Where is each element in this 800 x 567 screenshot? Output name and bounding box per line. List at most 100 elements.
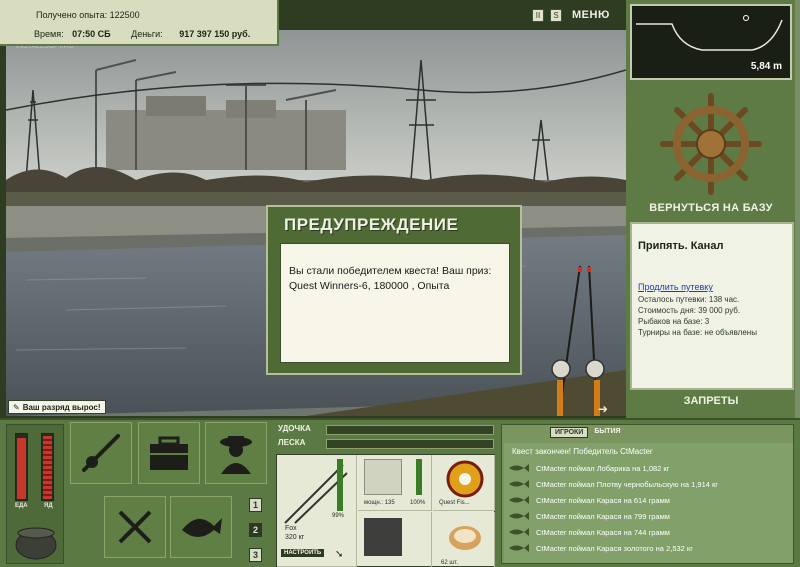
food-gauge	[15, 433, 28, 501]
poison-level-fill	[43, 436, 52, 499]
bread-bait-icon	[449, 526, 481, 550]
dialog-message-box[interactable]: Вы стали победителем квеста! Ваш приз: Q…	[280, 243, 510, 363]
rod-name: Fox	[285, 525, 297, 532]
extend-permit-link[interactable]: Продлить путевку	[638, 282, 786, 292]
fish-icon	[509, 464, 529, 472]
rod-tension-bar	[326, 425, 494, 435]
events-list[interactable]: Квест закончен! Победитель CtMacter CtMa…	[504, 443, 793, 563]
events-tabs: ИГРОКИ БЫТИЯ	[550, 427, 625, 438]
player-stats-panel: Получено опыта: 122500 Время: 07:50 СБ Д…	[0, 0, 279, 46]
rank-up-text: Ваш разряд вырос!	[22, 402, 101, 412]
fish-icon	[182, 518, 222, 537]
fish-icon	[509, 512, 529, 520]
fisherman-icon	[220, 436, 252, 474]
page-button-1[interactable]: 1	[249, 498, 262, 512]
list-item: CtMacter поймал Карася на 614 грамм	[508, 493, 793, 507]
tab-players[interactable]: ИГРОКИ	[550, 427, 589, 438]
time-value: 07:50 СБ	[72, 29, 111, 39]
fish-icon	[509, 480, 529, 488]
dialog-title: ПРЕДУПРЕЖДЕНИЕ	[284, 215, 459, 234]
page-button-2[interactable]: 2	[249, 523, 262, 537]
top-controls: II S МЕНЮ	[532, 6, 610, 24]
tackle-panel: 99% Fox 320 кг НАСТРОИТЬ ➘ мощн.: 135 10…	[276, 454, 495, 567]
line-label: ЛЕСКА	[278, 438, 306, 447]
experience-value: 122500	[109, 10, 140, 20]
location-title: Припять. Канал	[638, 240, 724, 252]
configure-button[interactable]: НАСТРОИТЬ	[281, 549, 325, 557]
rod-durability: 99%	[332, 513, 345, 519]
list-item: CtMacter поймал Лобарика на 1,082 кг	[508, 461, 793, 475]
line-slot[interactable]: Quest Fis...	[433, 455, 495, 511]
bait-amount: 62 шт.	[441, 560, 458, 566]
poison-label: ЯД	[44, 503, 53, 509]
money-value: 917 397 150 руб.	[179, 29, 251, 39]
experience-row: Получено опыта: 122500	[36, 10, 140, 20]
reel-power: мощн.: 135	[364, 500, 395, 506]
tackle-box-icon	[150, 436, 188, 470]
rod-slot[interactable]: 99% Fox 320 кг НАСТРОИТЬ ➘	[277, 455, 357, 567]
fishing-rod-icon	[82, 434, 120, 472]
rod-label: УДОЧКА	[278, 424, 311, 433]
arrow-right-icon[interactable]: ➜	[598, 402, 608, 416]
events-panel: ИГРОКИ БЫТИЯ Квест закончен! Победитель …	[501, 424, 794, 564]
reel-durability: 100%	[410, 500, 426, 506]
fish-tile[interactable]	[170, 496, 232, 558]
depth-sonar: 5,84 m	[630, 4, 792, 80]
quest-finished-message: Квест закончен! Победитель CtMacter	[512, 447, 653, 456]
reel-image	[364, 459, 402, 495]
tournaments-status: Турниры на базе: не объявлены	[638, 328, 757, 337]
menu-button[interactable]: МЕНЮ	[572, 9, 610, 21]
status-gauges: ЕДА ЯД	[6, 424, 64, 564]
experience-label: Получено опыта:	[36, 10, 108, 20]
return-to-base-button[interactable]: ВЕРНУТЬСЯ НА БАЗУ	[630, 202, 792, 214]
day-cost: Стоимость дня: 39 000 руб.	[638, 306, 741, 315]
right-scrollbar[interactable]	[795, 0, 800, 420]
reel-slot[interactable]: мощн.: 135 100%	[358, 455, 432, 511]
dialog-message: Вы стали победителем квеста! Ваш приз: Q…	[289, 265, 492, 292]
rod-status-row: УДОЧКА	[278, 424, 494, 436]
sound-icon: S	[553, 10, 559, 20]
hook-slot[interactable]	[358, 512, 432, 567]
fisherman-tile[interactable]	[205, 422, 267, 484]
bait-slot[interactable]: 62 шт.	[433, 512, 495, 567]
reel-durability-bar	[416, 459, 422, 495]
location-info-panel: Припять. Канал Продлить путевку Осталось…	[630, 222, 794, 390]
ship-wheel-icon	[660, 93, 762, 195]
fish-icon	[509, 528, 529, 536]
pause-icon: II	[535, 10, 541, 20]
rod-durability-bar	[337, 459, 343, 511]
time-money-row: Время: 07:50 СБ Деньги: 917 397 150 руб.	[34, 29, 250, 39]
poison-gauge	[41, 433, 54, 501]
cauldron-icon[interactable]	[11, 517, 61, 561]
list-item: CtMacter поймал Карася на 799 грамм	[508, 509, 793, 523]
line-tension-bar	[326, 439, 494, 449]
permit-hours-left: Осталось путевки: 138 час.	[638, 295, 740, 304]
fish-icon	[509, 496, 529, 504]
list-item: CtMacter поймал Карася на 744 грамм	[508, 525, 793, 539]
fish-icon	[509, 544, 529, 552]
list-item: CtMacter поймал Плотву чернобыльскую на …	[508, 477, 793, 491]
depth-value: 5,84 m	[750, 61, 782, 72]
rank-up-notice[interactable]: ✎ Ваш разряд вырос!	[8, 400, 106, 414]
line-name: Quest Fis...	[439, 500, 470, 506]
food-level-fill	[17, 438, 26, 499]
food-label: ЕДА	[15, 503, 28, 509]
ship-wheel-button[interactable]	[630, 86, 792, 202]
fishers-at-base: Рыбаков на базе: 3	[638, 317, 710, 326]
tab-events[interactable]: БЫТИЯ	[590, 427, 624, 438]
rod-tile[interactable]	[70, 422, 132, 484]
fork-knife-icon	[118, 510, 152, 544]
rod-weight: 320 кг	[285, 534, 305, 541]
line-spool-icon	[446, 460, 484, 498]
arrow-down-right-icon: ➘	[335, 549, 344, 560]
tackle-box-tile[interactable]	[138, 422, 200, 484]
list-item: CtMacter поймал Карася золотого на 2,532…	[508, 541, 793, 555]
sound-button[interactable]: S	[550, 8, 562, 22]
pause-button[interactable]: II	[532, 8, 544, 22]
hook-slot-image	[364, 518, 402, 556]
food-tile[interactable]	[104, 496, 166, 558]
warning-dialog: ПРЕДУПРЕЖДЕНИЕ Вы стали победителем квес…	[266, 205, 522, 375]
page-button-3[interactable]: 3	[249, 548, 262, 562]
money-label: Деньги:	[131, 29, 163, 39]
bans-button[interactable]: ЗАПРЕТЫ	[630, 395, 792, 407]
